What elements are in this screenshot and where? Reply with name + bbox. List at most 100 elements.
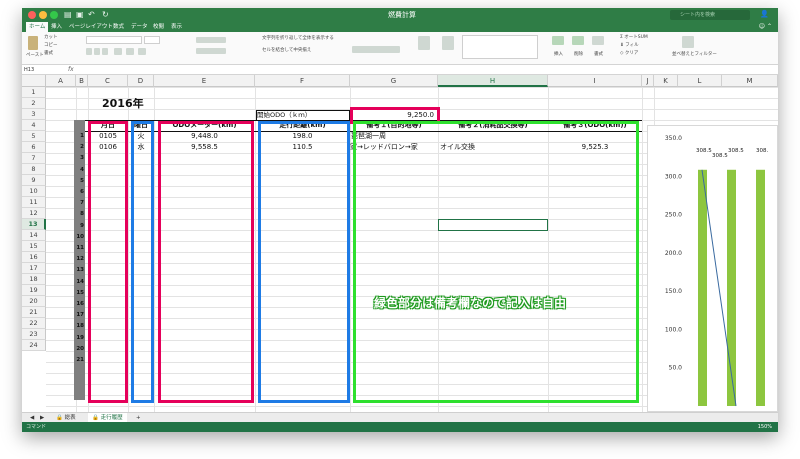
row-header[interactable]: 20 xyxy=(22,296,46,307)
sort-filter-button[interactable]: 並べ替えとフィルター xyxy=(672,52,717,58)
paste-button[interactable]: ペースト xyxy=(26,53,44,59)
row-header[interactable]: 3 xyxy=(22,109,46,120)
table-format-icon[interactable] xyxy=(442,36,454,50)
tab-data[interactable]: データ xyxy=(128,22,151,32)
row-header[interactable]: 5 xyxy=(22,131,46,142)
fill-color-icon[interactable] xyxy=(126,48,134,55)
row-header[interactable]: 22 xyxy=(22,318,46,329)
row-header[interactable]: 10 xyxy=(22,186,46,197)
column-header-c[interactable]: C xyxy=(88,75,128,87)
bold-icon[interactable] xyxy=(86,48,92,55)
tab-home[interactable]: ホーム xyxy=(26,22,49,32)
save-icon[interactable]: ▣ xyxy=(76,10,84,20)
tab-review[interactable]: 校閲 xyxy=(150,22,167,32)
row-header[interactable]: 4 xyxy=(22,120,46,131)
column-header-e[interactable]: E xyxy=(154,75,255,87)
y-tick-label: 150.0 xyxy=(665,288,682,295)
zoom-window-button[interactable] xyxy=(50,11,58,19)
cut-button[interactable]: カット xyxy=(44,35,58,41)
paste-icon[interactable] xyxy=(28,36,38,50)
insert-cells-button[interactable]: 挿入 xyxy=(554,52,563,58)
delete-cells-icon[interactable] xyxy=(572,36,584,45)
cell-styles-gallery[interactable] xyxy=(462,35,538,59)
format-painter-button[interactable]: 書式 xyxy=(44,51,53,57)
sort-filter-icon[interactable] xyxy=(682,36,694,48)
underline-icon[interactable] xyxy=(102,48,108,55)
chart-area[interactable]: 350.0 300.0 250.0 200.0 150.0 100.0 50.0 308.5 3… xyxy=(647,125,778,412)
row-header[interactable]: 9 xyxy=(22,175,46,186)
fx-icon[interactable]: fx xyxy=(68,65,74,75)
italic-icon[interactable] xyxy=(94,48,100,55)
merge-center-button[interactable]: セルを結合して中央揃え xyxy=(262,48,311,54)
tab-page-layout[interactable]: ページレイアウト xyxy=(66,22,116,32)
undo-icon[interactable]: ↶ xyxy=(88,10,95,20)
autosum-button[interactable]: Σ オートSUM xyxy=(620,35,648,41)
select-all-corner[interactable] xyxy=(22,75,46,87)
row-header[interactable]: 7 xyxy=(22,153,46,164)
column-header-i[interactable]: I xyxy=(548,75,642,87)
align-left-group[interactable] xyxy=(196,48,226,54)
row-header[interactable]: 21 xyxy=(22,307,46,318)
conditional-format-icon[interactable] xyxy=(418,36,430,50)
worksheet[interactable]: A B C D E F G H I J K L M 1 2 3 4 5 6 7 … xyxy=(22,75,778,412)
minimize-window-button[interactable] xyxy=(39,11,47,19)
date-column-highlight xyxy=(88,121,128,403)
column-header-k[interactable]: K xyxy=(654,75,678,87)
row-header[interactable]: 23 xyxy=(22,329,46,340)
row-header[interactable]: 14 xyxy=(22,230,46,241)
name-box[interactable]: H13 xyxy=(24,66,48,74)
insert-cells-icon[interactable] xyxy=(552,36,564,45)
column-header-m[interactable]: M xyxy=(722,75,778,87)
row-header[interactable]: 2 xyxy=(22,98,46,109)
delete-cells-button[interactable]: 削除 xyxy=(574,52,583,58)
row-header[interactable]: 19 xyxy=(22,285,46,296)
column-header-j[interactable]: J xyxy=(642,75,654,87)
row-header[interactable]: 1 xyxy=(22,87,46,98)
sidebar-icon[interactable]: ▤ xyxy=(64,10,72,20)
close-window-button[interactable] xyxy=(28,11,36,19)
zoom-level[interactable]: 150% xyxy=(758,422,772,432)
column-header-h[interactable]: H xyxy=(438,75,548,87)
font-size-select[interactable] xyxy=(144,36,160,44)
format-cells-icon[interactable] xyxy=(592,36,604,45)
year-title: 2016年 xyxy=(102,98,144,109)
column-header-f[interactable]: F xyxy=(255,75,350,87)
column-header-a[interactable]: A xyxy=(46,75,76,87)
number-format-group[interactable] xyxy=(352,46,400,53)
column-header-l[interactable]: L xyxy=(678,75,722,87)
border-icon[interactable] xyxy=(114,48,122,55)
tab-insert[interactable]: 挿入 xyxy=(48,22,65,32)
fill-button[interactable]: ⬇ フィル xyxy=(620,43,639,49)
row-header[interactable]: 12 xyxy=(22,208,46,219)
y-tick-label: 350.0 xyxy=(665,135,682,142)
column-header-g[interactable]: G xyxy=(350,75,438,87)
wrap-text-button[interactable]: 文字列を折り返して全体を表示する xyxy=(262,36,334,42)
row-header[interactable]: 24 xyxy=(22,340,46,351)
weekday-column-highlight xyxy=(131,121,154,403)
format-cells-button[interactable]: 書式 xyxy=(594,52,603,58)
redo-icon[interactable]: ↻ xyxy=(102,10,109,20)
row-header[interactable]: 13 xyxy=(22,219,46,230)
notes-annotation: 緑色部分は備考欄なので記入は自由 xyxy=(374,296,567,310)
row-number-label: 7 xyxy=(80,200,84,207)
align-top-group[interactable] xyxy=(196,37,226,43)
row-header[interactable]: 11 xyxy=(22,197,46,208)
tab-view[interactable]: 表示 xyxy=(168,22,185,32)
clear-button[interactable]: ◇ クリア xyxy=(620,51,638,57)
copy-button[interactable]: コピー xyxy=(44,43,58,49)
row-header[interactable]: 18 xyxy=(22,274,46,285)
column-header-d[interactable]: D xyxy=(128,75,154,87)
row-header[interactable]: 6 xyxy=(22,142,46,153)
smiley-icon[interactable]: ☺ ⌃ xyxy=(759,23,772,30)
sheet-search-input[interactable]: シート内を検索 xyxy=(670,10,750,20)
row-header[interactable]: 17 xyxy=(22,263,46,274)
font-color-icon[interactable] xyxy=(138,48,146,55)
row-header[interactable]: 15 xyxy=(22,241,46,252)
row-number-label: 10 xyxy=(76,233,84,240)
row-header[interactable]: 16 xyxy=(22,252,46,263)
row-header[interactable]: 8 xyxy=(22,164,46,175)
user-icon[interactable]: 👤 xyxy=(760,10,769,18)
tab-formulas[interactable]: 数式 xyxy=(110,22,127,32)
font-name-select[interactable] xyxy=(86,36,142,44)
column-header-b[interactable]: B xyxy=(76,75,88,87)
